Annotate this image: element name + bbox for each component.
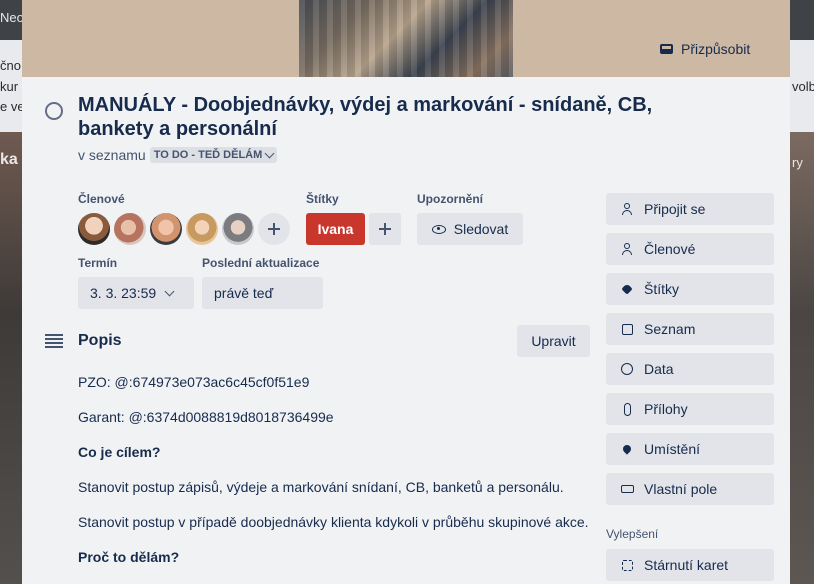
location-button[interactable]: Umístění: [606, 433, 774, 465]
tag-icon: [620, 282, 634, 296]
members-heading: Členové: [78, 192, 125, 206]
custom-fields-button[interactable]: Vlastní pole: [606, 473, 774, 505]
custom-fields-label: Vlastní pole: [644, 481, 718, 497]
plus-icon: [268, 223, 280, 235]
location-label: Umístění: [644, 441, 701, 457]
list-name: TO DO - TEĎ DĚLÁM: [153, 149, 263, 161]
clock-icon: [620, 362, 634, 376]
member-avatars: [78, 213, 290, 245]
chevron-down-icon: [264, 148, 275, 159]
board-text-fragment: kur: [0, 79, 19, 94]
avatar[interactable]: [114, 213, 146, 245]
card-title[interactable]: MANUÁLY - Doobjednávky, výdej a markován…: [78, 93, 718, 141]
due-date-button[interactable]: 3. 3. 23:59: [78, 277, 194, 309]
edit-description-button[interactable]: Upravit: [517, 325, 590, 357]
label-chip-ivana[interactable]: Ivana: [306, 213, 365, 245]
board-background-left: [0, 132, 22, 584]
powerups-heading: Vylepšení: [606, 527, 659, 541]
paperclip-icon: [620, 402, 634, 416]
description-line: Garant: @:6374d0088819d8018736499e: [78, 409, 334, 425]
avatar[interactable]: [222, 213, 254, 245]
card-aging-label: Stárnutí karet: [644, 557, 729, 573]
avatar[interactable]: [78, 213, 110, 245]
card-sidebar: Připojit se Členové Štítky Seznam Data P…: [606, 193, 774, 584]
notifications-heading: Upozornění: [417, 192, 483, 206]
complete-card-checkbox[interactable]: [45, 102, 63, 120]
due-date-value: 3. 3. 23:59: [90, 285, 157, 301]
description-line: PZO: @:674973e073ac6c45cf0f51e9: [78, 374, 310, 390]
description-icon: [45, 334, 63, 348]
description-heading-line: Proč to dělám?: [78, 549, 180, 565]
add-label-button[interactable]: [369, 213, 401, 245]
board-text-fragment: čno: [0, 58, 21, 73]
checklist-label: Seznam: [644, 321, 696, 337]
last-update-value: právě teď: [202, 277, 323, 309]
description-line: Co je cílem?: [78, 442, 598, 462]
last-update-heading: Poslední aktualizace: [202, 256, 320, 270]
card-aging-icon: [620, 558, 634, 572]
card-cover-icon: [660, 44, 673, 54]
card-cover: Přizpůsobit: [22, 0, 790, 77]
description-line: Stanovit postup zápisů, výdeje a marková…: [78, 479, 564, 495]
customize-cover-button[interactable]: Přizpůsobit: [660, 38, 750, 60]
avatar[interactable]: [150, 213, 182, 245]
members-button[interactable]: Členové: [606, 233, 774, 265]
custom-field-icon: [620, 482, 634, 496]
avatar[interactable]: [186, 213, 218, 245]
attachments-label: Přílohy: [644, 401, 688, 417]
person-icon: [620, 242, 634, 256]
join-button[interactable]: Připojit se: [606, 193, 774, 225]
description-line: Stanovit postup v případě doobjednávky k…: [78, 514, 589, 530]
members-label: Členové: [644, 241, 696, 257]
cover-image: [299, 0, 513, 77]
attachments-button[interactable]: Přílohy: [606, 393, 774, 425]
board-list-title-fragment: ka: [0, 151, 18, 168]
labels-heading: Štítky: [306, 192, 339, 206]
eye-icon: [431, 224, 446, 234]
description-body[interactable]: PZO: @:674973e073ac6c45cf0f51e9 Garant: …: [78, 372, 598, 582]
description-heading: Popis: [78, 332, 122, 349]
card-aging-button[interactable]: Stárnutí karet: [606, 549, 774, 581]
board-text-fragment: e ve: [0, 99, 25, 114]
checklist-icon: [620, 322, 634, 336]
dates-label: Data: [644, 361, 674, 377]
add-member-button[interactable]: [258, 213, 290, 245]
card-list-location: v seznamu TO DO - TEĎ DĚLÁM: [78, 147, 278, 163]
board-text-fragment: volb: [792, 79, 814, 94]
watch-label: Sledovat: [453, 221, 509, 237]
in-list-label: v seznamu: [78, 147, 146, 163]
board-header-fragment: Neo: [0, 10, 24, 25]
add-person-icon: [620, 202, 634, 216]
labels-label: Štítky: [644, 281, 680, 297]
description-line: Proč to dělám?: [78, 547, 598, 567]
description-heading-line: Co je cílem?: [78, 444, 161, 460]
chevron-down-icon: [164, 286, 175, 297]
labels-button[interactable]: Štítky: [606, 273, 774, 305]
location-pin-icon: [620, 442, 634, 456]
customize-cover-label: Přizpůsobit: [681, 41, 751, 57]
plus-icon: [379, 223, 391, 235]
dates-button[interactable]: Data: [606, 353, 774, 385]
due-date-heading: Termín: [78, 256, 118, 270]
checklist-button[interactable]: Seznam: [606, 313, 774, 345]
board-background-right: [790, 132, 814, 584]
card-detail-modal: Přizpůsobit MANUÁLY - Doobjednávky, výde…: [22, 0, 790, 584]
join-label: Připojit se: [644, 201, 706, 217]
list-selector[interactable]: TO DO - TEĎ DĚLÁM: [149, 147, 278, 163]
watch-button[interactable]: Sledovat: [417, 213, 523, 245]
board-text-fragment: ry: [792, 155, 803, 170]
